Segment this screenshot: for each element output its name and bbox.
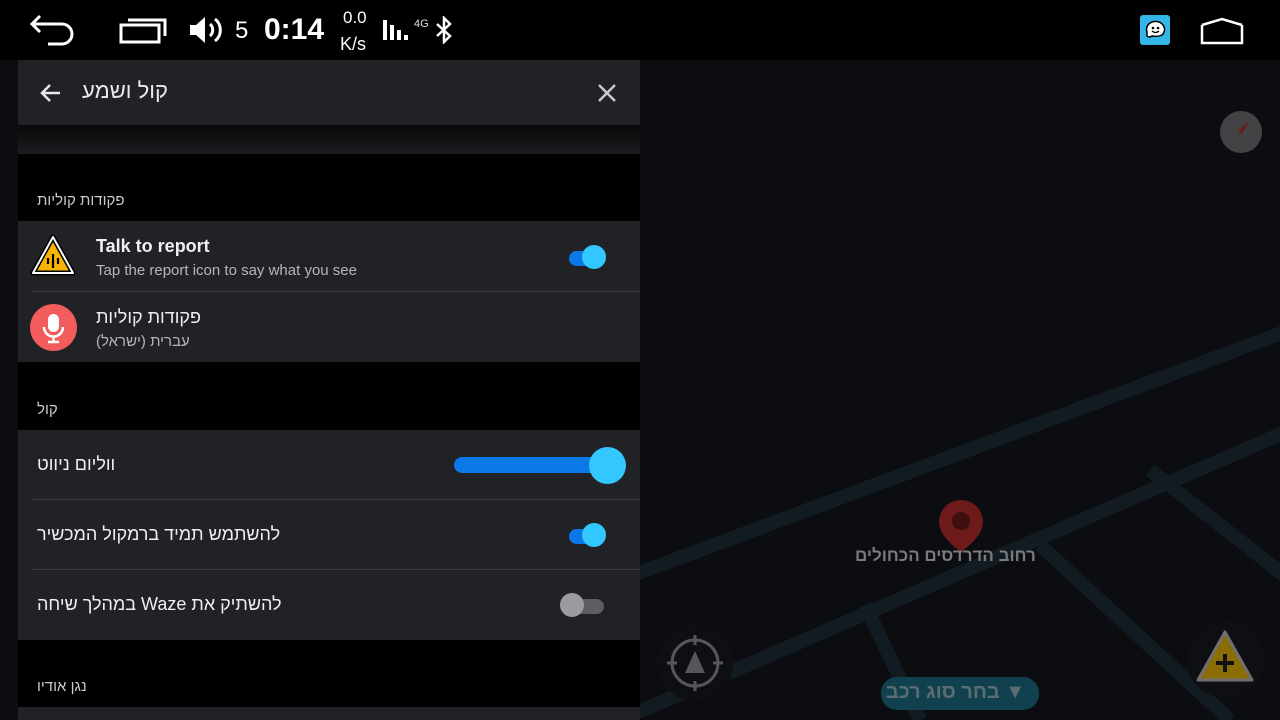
vehicle-type-button[interactable]: ▼ בחר סוג רכב	[881, 677, 1039, 710]
sound-card: ווליום ניווט להשתמש תמיד ברמקול המכשיר ל…	[18, 430, 640, 640]
vehicle-type-label: בחר סוג רכב	[885, 681, 1000, 703]
section-label-audio-player: נגן אודיו	[37, 678, 87, 695]
scrolled-row	[18, 125, 640, 154]
device-speaker-title: להשתמש תמיד ברמקול המכשיר	[37, 524, 281, 544]
slider-thumb[interactable]	[589, 447, 626, 484]
clock: 0:14	[264, 13, 325, 46]
navigation-volume-row: ווליום ניווט	[18, 430, 640, 499]
back-arrow-icon[interactable]	[36, 78, 66, 108]
mute-during-call-toggle[interactable]	[560, 592, 604, 618]
waze-app-icon[interactable]	[1140, 15, 1170, 45]
volume-level: 5	[235, 17, 249, 44]
voice-commands-card: Talk to report Tap the report icon to sa…	[18, 221, 640, 362]
signal-icon	[383, 20, 408, 40]
home-icon[interactable]	[1200, 17, 1244, 45]
section-label-sound: קול	[37, 401, 58, 418]
bluetooth-icon	[436, 16, 452, 44]
talk-to-report-title: Talk to report	[96, 236, 210, 256]
net-speed-value: 0.0	[343, 8, 367, 27]
street-label: רחוב הדרדסים הכחולים	[855, 546, 1036, 565]
close-icon[interactable]	[592, 78, 622, 108]
talk-to-report-subtitle: Tap the report icon to say what you see	[96, 262, 357, 279]
back-icon[interactable]	[28, 14, 78, 46]
audio-player-card	[18, 707, 640, 720]
recenter-button[interactable]	[657, 625, 733, 701]
panel-header: קול ושמע	[18, 60, 640, 125]
status-bar: 5 0:14 0.0 K/s 4G	[0, 0, 1280, 60]
voice-commands-row[interactable]: פקודות קוליות עברית (ישראל)	[18, 292, 640, 362]
speedometer-icon[interactable]	[1220, 111, 1262, 153]
recenter-icon	[667, 635, 723, 691]
report-triangle-icon	[30, 234, 76, 276]
recent-apps-icon[interactable]	[118, 16, 168, 44]
volume-icon[interactable]	[188, 14, 224, 46]
settings-panel: קול ושמע פקודות קוליות Talk to report Ta…	[18, 60, 640, 720]
device-speaker-toggle[interactable]	[565, 522, 609, 548]
talk-to-report-row[interactable]: Talk to report Tap the report icon to sa…	[18, 221, 640, 291]
talk-to-report-toggle[interactable]	[565, 244, 609, 270]
mute-during-call-row[interactable]: להשתיק את Waze במהלך שיחה	[18, 570, 640, 640]
slider-track	[454, 457, 608, 473]
report-button[interactable]	[1186, 620, 1264, 698]
device-speaker-row[interactable]: להשתמש תמיד ברמקול המכשיר	[18, 500, 640, 569]
chevron-down-icon: ▼	[1005, 681, 1025, 703]
network-type: 4G	[414, 18, 429, 30]
mute-during-call-title: להשתיק את Waze במהלך שיחה	[37, 594, 282, 614]
page-title: קול ושמע	[82, 78, 168, 103]
voice-commands-language: עברית (ישראל)	[96, 333, 190, 350]
navigation-volume-title: ווליום ניווט	[37, 454, 116, 474]
navigation-volume-slider[interactable]	[454, 445, 626, 484]
microphone-icon	[30, 304, 77, 351]
net-speed-unit: K/s	[340, 34, 367, 54]
section-label-voice-commands: פקודות קוליות	[37, 192, 125, 209]
report-plus-icon	[1196, 630, 1254, 682]
voice-commands-title: פקודות קוליות	[96, 307, 201, 327]
